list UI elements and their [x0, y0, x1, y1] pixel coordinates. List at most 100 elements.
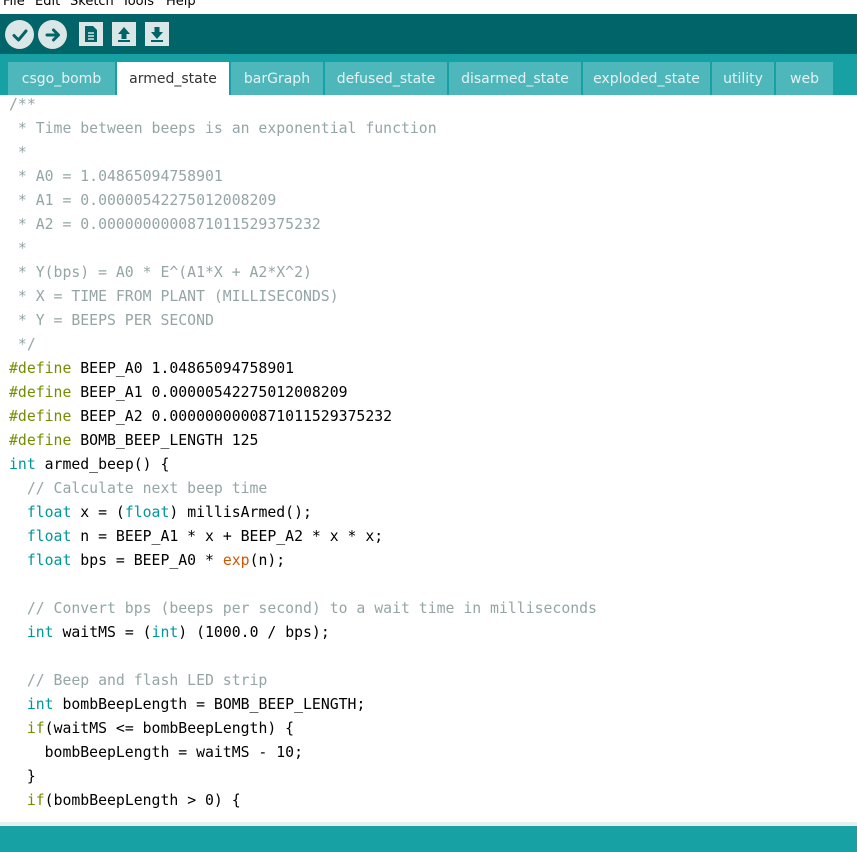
code-line: * X = TIME FROM PLANT (MILLISECONDS) — [9, 285, 339, 309]
code-token: * A1 = 0.00000542275012008209 — [9, 192, 277, 209]
code-token: ) millisArmed(); — [169, 504, 312, 521]
code-token: // Beep and flash LED strip — [9, 672, 268, 689]
code-line: #define BEEP_A2 0.0000000000871011529375… — [9, 405, 392, 429]
menu-tools[interactable]: Tools — [122, 0, 154, 9]
menu-edit[interactable]: Edit — [35, 0, 60, 9]
menu-file[interactable]: File — [3, 0, 25, 9]
code-token: x = ( — [71, 504, 125, 521]
tab-bar: csgo_bomb armed_state barGraph defused_s… — [0, 54, 857, 95]
code-line: // Convert bps (beeps per second) to a w… — [9, 597, 597, 621]
arrow-right-icon — [45, 28, 60, 41]
code-line: int waitMS = (int) (1000.0 / bps); — [9, 621, 330, 645]
code-token: int — [151, 624, 179, 641]
code-token: ) (1000.0 / bps); — [178, 624, 330, 641]
code-token: * Y = BEEPS PER SECOND — [9, 312, 214, 329]
code-line: if(bombBeepLength > 0) { — [9, 789, 241, 813]
code-line: #define BOMB_BEEP_LENGTH 125 — [9, 429, 258, 453]
tab-exploded-state[interactable]: exploded_state — [583, 62, 710, 95]
code-token: * — [9, 240, 27, 257]
code-line: * A1 = 0.00000542275012008209 — [9, 189, 276, 213]
code-token: exp — [222, 552, 250, 569]
code-line: float n = BEEP_A1 * x + BEEP_A2 * x * x; — [9, 525, 383, 549]
new-sketch-button[interactable] — [79, 22, 103, 46]
tab-web[interactable]: web — [776, 62, 833, 95]
code-token: * Time between beeps is an exponential f… — [9, 120, 437, 137]
document-icon — [85, 26, 97, 42]
code-token: * Y(bps) = A0 * E^(A1*X + A2*X^2) — [9, 264, 312, 281]
code-token: int — [26, 624, 54, 641]
code-token: n = BEEP_A1 * x + BEEP_A2 * x * x; — [71, 528, 384, 545]
tab-utility[interactable]: utility — [712, 62, 774, 95]
code-line: int bombBeepLength = BOMB_BEEP_LENGTH; — [9, 693, 366, 717]
code-token: bps = BEEP_A0 * — [71, 552, 223, 569]
code-token: #define — [9, 360, 72, 377]
code-line: bombBeepLength = waitMS - 10; — [9, 741, 303, 765]
code-editor[interactable]: /** * Time between beeps is an exponenti… — [0, 95, 857, 822]
code-line: // Calculate next beep time — [9, 477, 268, 501]
arrow-up-icon — [118, 27, 130, 42]
tab-csgo-bomb[interactable]: csgo_bomb — [8, 62, 115, 95]
code-token: } — [9, 768, 36, 785]
code-token: #define — [9, 408, 72, 425]
code-token: * A2 = 0.0000000000871011529375232 — [9, 216, 321, 233]
code-line: * A2 = 0.0000000000871011529375232 — [9, 213, 321, 237]
tab-armed-state[interactable]: armed_state — [117, 62, 229, 95]
code-token: (bombBeepLength > 0) { — [44, 792, 241, 809]
toolbar — [0, 14, 857, 54]
code-token: bombBeepLength = BOMB_BEEP_LENGTH; — [53, 696, 366, 713]
code-line: if(waitMS <= bombBeepLength) { — [9, 717, 294, 741]
code-token: (waitMS <= bombBeepLength) { — [44, 720, 295, 737]
code-token: BEEP_A0 1.04865094758901 — [71, 360, 295, 377]
code-token: #define — [9, 432, 72, 449]
code-token: // Convert bps (beeps per second) to a w… — [9, 600, 597, 617]
code-line: * Time between beeps is an exponential f… — [9, 117, 437, 141]
code-line: // Beep and flash LED strip — [9, 669, 268, 693]
code-token: BEEP_A2 0.0000000000871011529375232 — [71, 408, 393, 425]
code-token: // Calculate next beep time — [9, 480, 268, 497]
code-token: * X = TIME FROM PLANT (MILLISECONDS) — [9, 288, 339, 305]
code-line: * Y = BEEPS PER SECOND — [9, 309, 214, 333]
status-divider — [0, 822, 857, 826]
code-token: float — [26, 504, 72, 521]
code-token: /** — [9, 96, 36, 113]
code-token: float — [26, 552, 72, 569]
arrow-down-icon — [151, 27, 163, 42]
tab-bargraph[interactable]: barGraph — [231, 62, 323, 95]
code-line: #define BEEP_A1 0.00000542275012008209 — [9, 381, 348, 405]
menu-bar: File Edit Sketch Tools Help — [0, 0, 857, 14]
open-button[interactable] — [112, 22, 136, 46]
menu-help[interactable]: Help — [166, 0, 196, 9]
code-token: float — [124, 504, 170, 521]
code-token: int — [26, 696, 54, 713]
tab-defused-state[interactable]: defused_state — [325, 62, 447, 95]
code-line: * A0 = 1.04865094758901 — [9, 165, 223, 189]
menu-sketch[interactable]: Sketch — [70, 0, 114, 9]
code-token: waitMS = ( — [53, 624, 152, 641]
code-line: int armed_beep() { — [9, 453, 169, 477]
save-button[interactable] — [145, 22, 169, 46]
code-token: (n); — [249, 552, 286, 569]
code-token: BOMB_BEEP_LENGTH 125 — [71, 432, 259, 449]
code-token: bombBeepLength = waitMS - 10; — [9, 744, 303, 761]
code-token: armed_beep() { — [35, 456, 170, 473]
code-line: } — [9, 765, 36, 789]
code-line: #define BEEP_A0 1.04865094758901 — [9, 357, 294, 381]
code-token: float — [26, 528, 72, 545]
verify-button[interactable] — [5, 20, 34, 49]
code-line: * Y(bps) = A0 * E^(A1*X + A2*X^2) — [9, 261, 312, 285]
upload-button[interactable] — [38, 20, 67, 49]
code-token: BEEP_A1 0.00000542275012008209 — [71, 384, 348, 401]
code-token: int — [9, 456, 36, 473]
code-token: * — [9, 144, 27, 161]
checkmark-icon — [12, 29, 27, 41]
code-line: * — [9, 237, 27, 261]
tab-disarmed-state[interactable]: disarmed_state — [449, 62, 581, 95]
code-line: */ — [9, 333, 36, 357]
